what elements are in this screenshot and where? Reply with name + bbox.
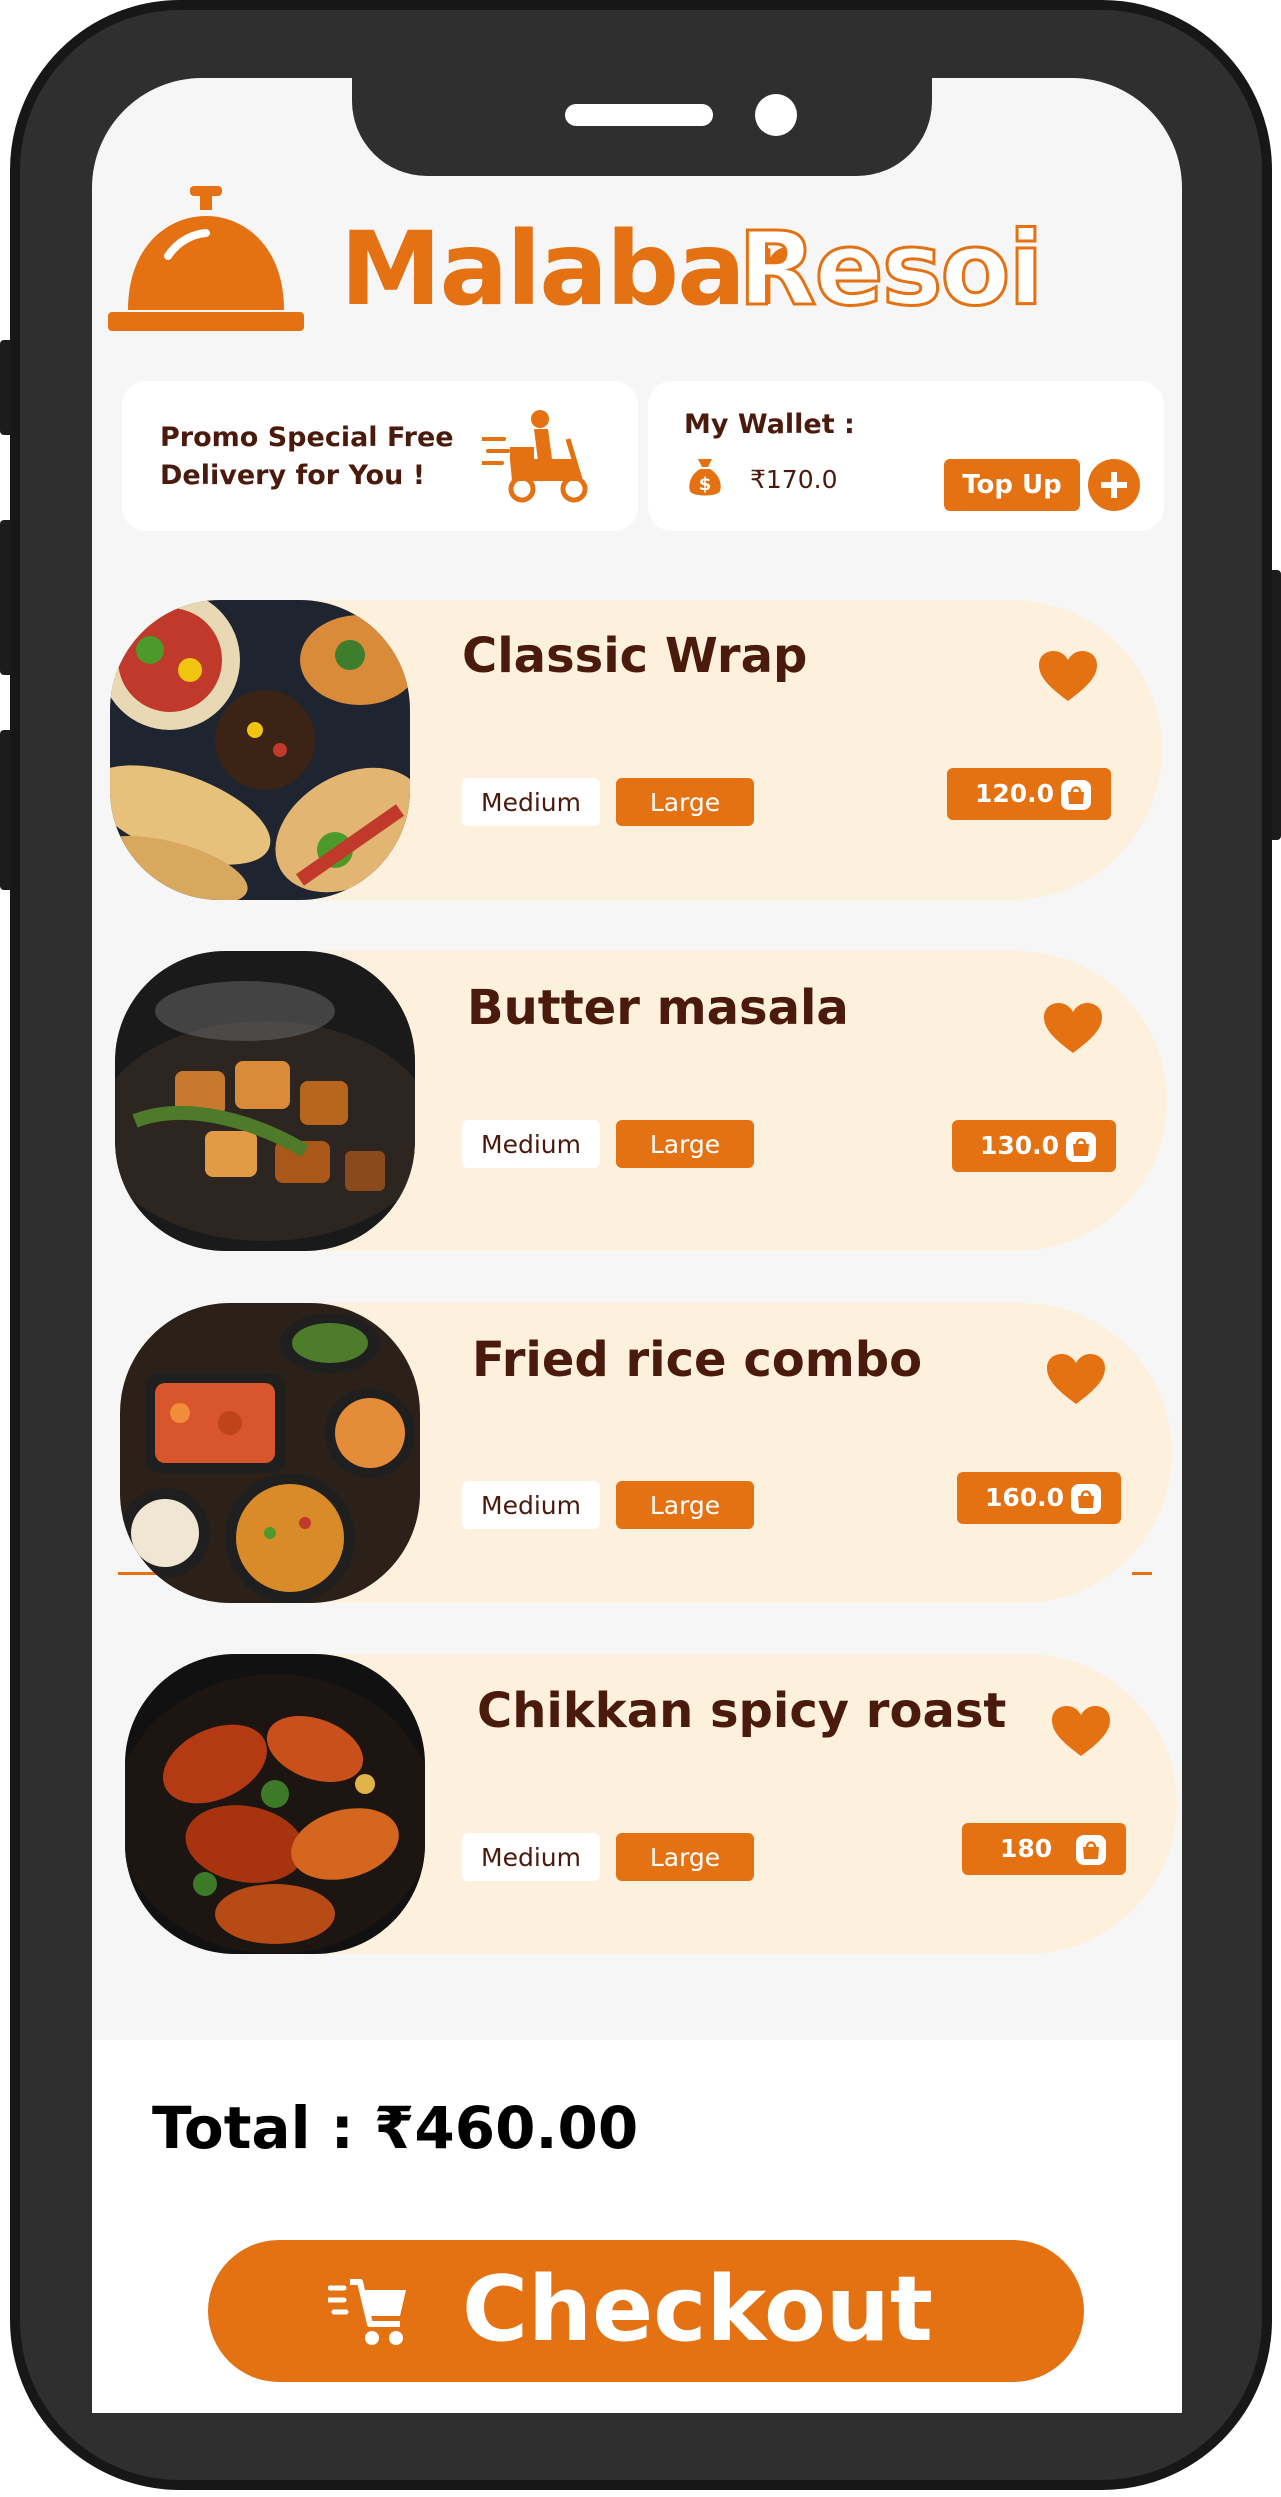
phone-camera	[755, 94, 797, 136]
shopping-bag-icon	[1061, 780, 1091, 810]
svg-text:$: $	[699, 474, 712, 495]
checkout-button[interactable]: Checkout	[208, 2240, 1084, 2382]
brand-name: Malabar	[340, 210, 794, 329]
shopping-bag-icon	[1066, 1132, 1096, 1162]
size-medium-button[interactable]: Medium	[462, 778, 600, 826]
item-name: Butter masala	[467, 980, 849, 1036]
favorite-heart-icon[interactable]	[1052, 1706, 1110, 1758]
shopping-bag-icon	[1076, 1835, 1106, 1865]
food-image-fried-rice-combo	[120, 1303, 420, 1603]
promo-text: Promo Special Free Delivery for You !	[160, 422, 454, 491]
size-medium-button[interactable]: Medium	[462, 1833, 600, 1881]
add-to-cart-price-button[interactable]: 160.0	[957, 1472, 1121, 1524]
size-large-button[interactable]: Large	[616, 778, 754, 826]
wallet-balance: ₹170.0	[750, 465, 838, 494]
item-name: Fried rice combo	[472, 1332, 923, 1388]
favorite-heart-icon[interactable]	[1047, 1354, 1105, 1406]
phone-speaker	[565, 104, 713, 126]
add-to-cart-price-button[interactable]: 180	[962, 1823, 1126, 1875]
size-large-button[interactable]: Large	[616, 1481, 754, 1529]
wallet-card: My Wallet : $ ₹170.0 Top Up	[648, 381, 1164, 531]
size-medium-button[interactable]: Medium	[462, 1120, 600, 1168]
wallet-title: My Wallet :	[684, 409, 855, 440]
favorite-heart-icon[interactable]	[1044, 1003, 1102, 1055]
size-medium-button[interactable]: Medium	[462, 1481, 600, 1529]
item-price: 120.0	[975, 779, 1055, 808]
item-name: Chikkan spicy roast	[477, 1683, 1007, 1739]
item-divider	[118, 1572, 158, 1575]
size-large-button[interactable]: Large	[616, 1833, 754, 1881]
brand-name-accent: Resoi	[736, 210, 1044, 329]
plus-circle-icon[interactable]	[1088, 459, 1140, 511]
top-up-button[interactable]: Top Up	[944, 459, 1080, 511]
favorite-heart-icon[interactable]	[1039, 651, 1097, 703]
money-bag-icon: $	[689, 459, 721, 496]
shopping-cart-icon	[328, 2279, 406, 2345]
promo-card[interactable]: Promo Special Free Delivery for You !	[122, 381, 638, 531]
size-large-button[interactable]: Large	[616, 1120, 754, 1168]
delivery-scooter-icon	[482, 410, 588, 503]
item-price: 180	[1000, 1834, 1053, 1863]
service-bell-icon	[108, 186, 304, 331]
phone-notch	[352, 78, 932, 176]
item-price: 160.0	[985, 1483, 1065, 1512]
food-image-butter-masala	[115, 951, 415, 1251]
shopping-bag-icon	[1071, 1484, 1101, 1514]
checkout-label: Checkout	[462, 2257, 933, 2362]
add-to-cart-price-button[interactable]: 130.0	[952, 1120, 1116, 1172]
food-image-classic-wrap	[110, 600, 410, 900]
item-name: Classic Wrap	[462, 628, 808, 684]
add-to-cart-price-button[interactable]: 120.0	[947, 768, 1111, 820]
item-price: 130.0	[980, 1131, 1060, 1160]
food-image-chikkan-spicy-roast	[125, 1654, 425, 1954]
item-divider	[1132, 1572, 1152, 1575]
order-total: Total : ₹460.00	[152, 2094, 639, 2162]
